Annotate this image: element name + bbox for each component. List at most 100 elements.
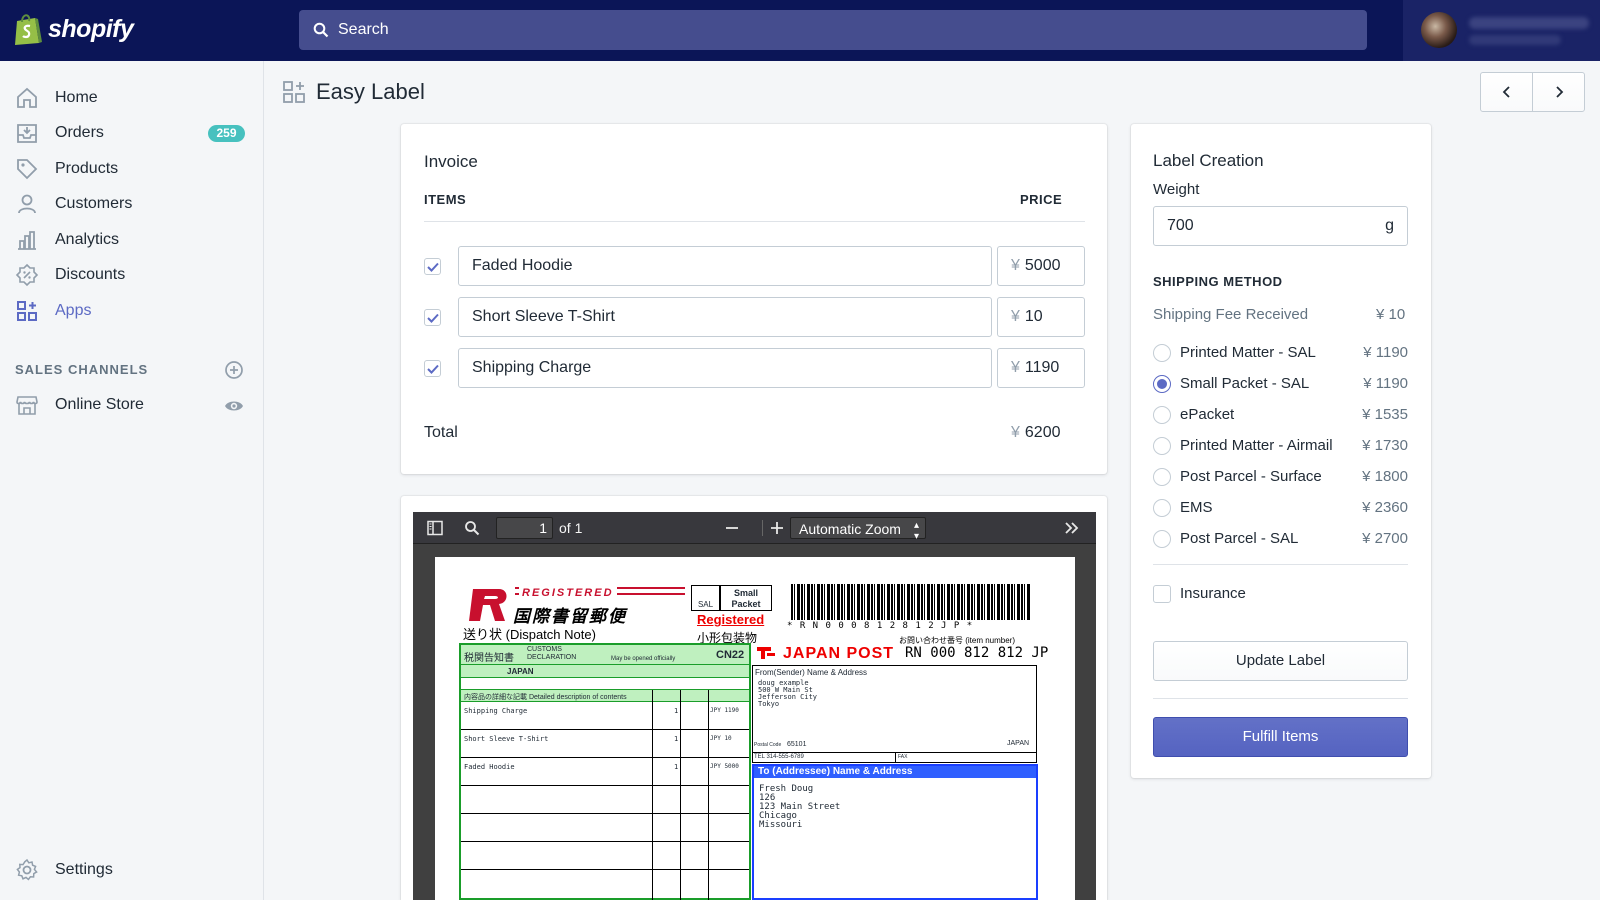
total-amount: 6200: [1024, 424, 1061, 441]
weight-label: Weight: [1153, 181, 1200, 198]
sidebar-toggle-icon[interactable]: [427, 520, 443, 536]
sidebar-item-analytics[interactable]: Analytics: [0, 222, 264, 258]
zoom-out-icon[interactable]: [724, 520, 740, 536]
option-price: ¥ 1190: [1363, 375, 1408, 392]
sidebar-item-settings[interactable]: Settings: [0, 852, 264, 888]
zoom-in-icon[interactable]: [769, 520, 785, 536]
radio-button[interactable]: [1153, 437, 1171, 455]
sidebar-item-orders[interactable]: Orders 259: [0, 115, 264, 151]
zoom-value: Automatic Zoom: [799, 521, 901, 537]
shipping-option-epacket[interactable]: ePacket ¥ 1535: [1153, 403, 1408, 427]
content-line-qty: 1: [674, 707, 679, 715]
cn22: CN22: [716, 649, 745, 661]
home-icon: [17, 87, 37, 108]
sidebar-item-apps[interactable]: Apps: [0, 293, 264, 329]
sidebar-item-home[interactable]: Home: [0, 80, 264, 116]
price-header: PRICE: [1020, 192, 1063, 207]
item-price-input[interactable]: ¥1190: [997, 348, 1085, 388]
search-icon[interactable]: [464, 520, 480, 536]
item-checkbox[interactable]: [424, 360, 441, 377]
content-line-qty: 1: [674, 735, 679, 743]
radio-button[interactable]: [1153, 344, 1171, 362]
item-price-input[interactable]: ¥10: [997, 297, 1085, 337]
insurance-label: Insurance: [1180, 585, 1246, 602]
items-header: ITEMS: [424, 192, 467, 207]
double-chevron-right-icon[interactable]: [1064, 520, 1080, 536]
currency-symbol: ¥: [1011, 359, 1020, 376]
pdf-page: REGISTERED 国際書留郵便 送り状 (Dispatch Note) SA…: [435, 557, 1075, 900]
content-line-desc: Short Sleeve T-Shirt: [464, 735, 549, 743]
sidebar-item-label: Apps: [55, 302, 92, 319]
sidebar-item-products[interactable]: Products: [0, 151, 264, 187]
sidebar-item-customers[interactable]: Customers: [0, 186, 264, 222]
select-arrows-icon: ▴ ▾: [913, 520, 919, 542]
zoom-select[interactable]: Automatic Zoom ▴ ▾: [790, 517, 926, 542]
invoice-card: Invoice ITEMS PRICE Faded Hoodie ¥5000 S…: [401, 124, 1107, 474]
radio-button[interactable]: [1153, 499, 1171, 517]
shipping-option-post-parcel-sal[interactable]: Post Parcel - SAL ¥ 2700: [1153, 527, 1408, 551]
next-button[interactable]: [1533, 73, 1584, 111]
fulfill-items-button[interactable]: Fulfill Items: [1153, 717, 1408, 757]
option-label: ePacket: [1180, 406, 1235, 423]
content-line-qty: 1: [674, 763, 679, 771]
page-number-input[interactable]: 1: [496, 517, 553, 539]
gear-icon: [16, 858, 38, 881]
user-menu[interactable]: [1403, 0, 1600, 61]
pdf-viewer: 1 of 1 Automatic Zoom ▴ ▾ REGISTERED 国際書留郵…: [413, 512, 1096, 900]
store-icon: [16, 396, 38, 415]
pagination: [1480, 72, 1585, 112]
item-name-input[interactable]: Shipping Charge: [458, 348, 992, 388]
fee-received-label: Shipping Fee Received: [1153, 306, 1309, 323]
sidebar-item-discounts[interactable]: Discounts: [0, 257, 264, 293]
shipping-option-ems[interactable]: EMS ¥ 2360: [1153, 496, 1408, 520]
option-label: EMS: [1180, 499, 1213, 516]
content-line-value: JPY 1190: [710, 707, 739, 714]
registered-r-logo: [469, 589, 507, 621]
weight-input[interactable]: 700 g: [1153, 206, 1408, 246]
currency-symbol: ¥: [1011, 257, 1020, 274]
checkmark-icon: [426, 262, 439, 272]
invoice-row: Shipping Charge ¥1190: [424, 348, 1085, 388]
radio-button[interactable]: [1153, 468, 1171, 486]
fee-received-value: ¥ 10: [1376, 306, 1406, 323]
item-price-input[interactable]: ¥5000: [997, 246, 1085, 286]
shipping-option-post-parcel-surface[interactable]: Post Parcel - Surface ¥ 1800: [1153, 465, 1408, 489]
option-label: Small Packet - SAL: [1180, 375, 1310, 392]
option-price: ¥ 1800: [1362, 468, 1408, 485]
sender-title: From(Sender) Name & Address: [755, 668, 868, 677]
item-name-input[interactable]: Faded Hoodie: [458, 246, 992, 286]
sidebar-item-label: Online Store: [55, 396, 144, 413]
divider: [1153, 698, 1408, 699]
label-creation-card: Label Creation Weight 700 g SHIPPING MET…: [1131, 124, 1431, 778]
price-value: 5000: [1024, 257, 1061, 274]
add-channel-icon[interactable]: [224, 360, 244, 380]
shipping-option-small-packet-sal[interactable]: Small Packet - SAL ¥ 1190: [1153, 372, 1408, 396]
shopify-bag-icon: [15, 14, 42, 45]
radio-button[interactable]: [1153, 530, 1171, 548]
search-bar[interactable]: Search: [299, 10, 1367, 50]
content-line-value: JPY 5000: [710, 763, 739, 770]
sidebar-item-label: Home: [55, 89, 98, 106]
customs-jp: 税関告知書: [464, 653, 514, 664]
item-checkbox[interactable]: [424, 309, 441, 326]
insurance-checkbox[interactable]: [1153, 585, 1171, 603]
shipping-option-printed-matter-sal[interactable]: Printed Matter - SAL ¥ 1190: [1153, 341, 1408, 365]
japan-post-text: JAPAN POST: [783, 645, 895, 662]
radio-button[interactable]: [1153, 406, 1171, 424]
item-name-input[interactable]: Short Sleeve T-Shirt: [458, 297, 992, 337]
eye-icon[interactable]: [224, 396, 244, 416]
previous-button[interactable]: [1481, 73, 1533, 111]
origin-country: JAPAN: [507, 667, 534, 676]
shopify-logo[interactable]: shopify: [13, 12, 134, 46]
registered-text: REGISTERED: [519, 587, 617, 599]
radio-button-selected[interactable]: [1153, 375, 1171, 393]
option-price: ¥ 1730: [1362, 437, 1408, 454]
item-checkbox[interactable]: [424, 258, 441, 275]
addressee-box: To (Addressee) Name & Address Fresh Doug…: [752, 764, 1038, 900]
shipping-option-printed-matter-airmail[interactable]: Printed Matter - Airmail ¥ 1730: [1153, 434, 1408, 458]
person-icon: [18, 194, 36, 214]
price-value: 1190: [1024, 359, 1060, 376]
sidebar-item-label: Analytics: [55, 231, 120, 248]
chevron-left-icon: [1502, 86, 1510, 98]
update-label-button[interactable]: Update Label: [1153, 641, 1408, 681]
